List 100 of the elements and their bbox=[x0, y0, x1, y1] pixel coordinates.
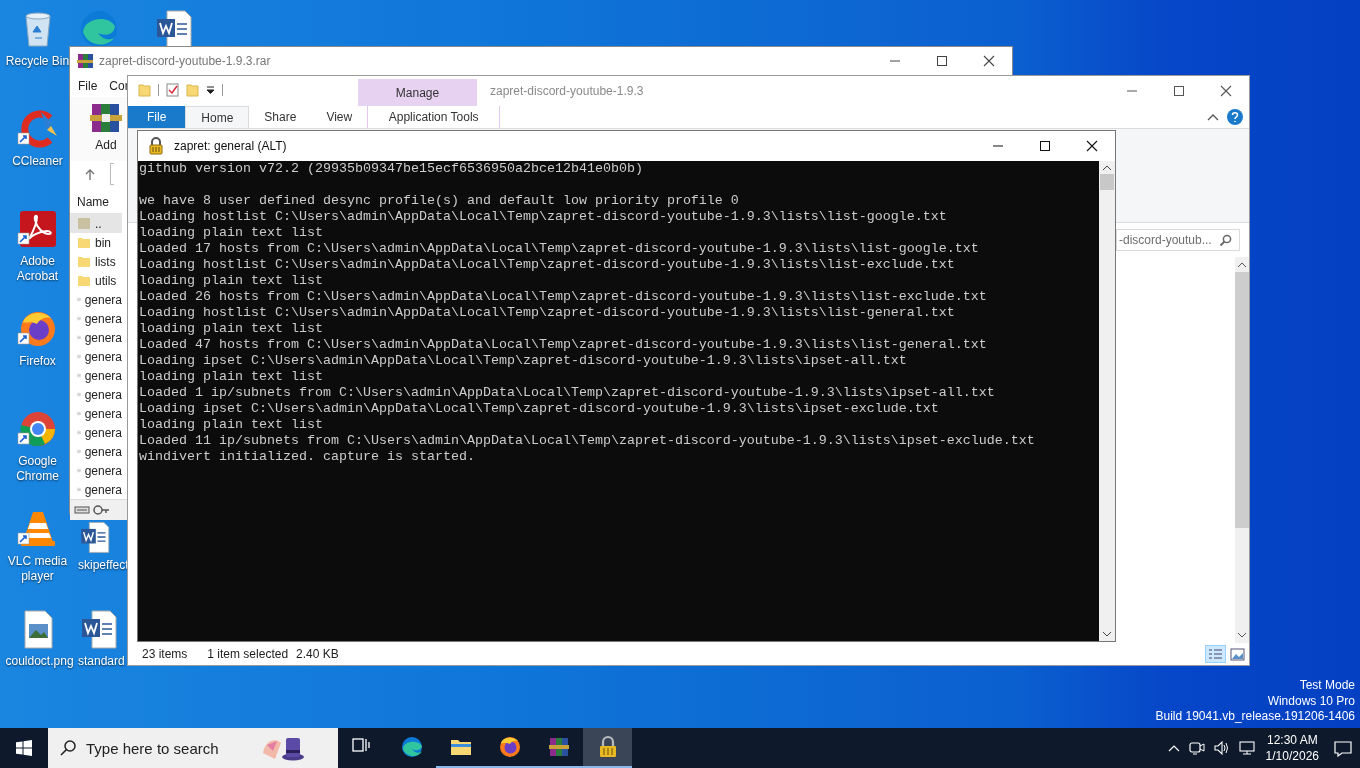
file-name: genera bbox=[84, 292, 122, 307]
maximize-icon[interactable] bbox=[1173, 85, 1185, 97]
scrollbar[interactable] bbox=[1099, 161, 1115, 641]
file-name: genera bbox=[84, 425, 122, 440]
file-row[interactable]: .. bbox=[70, 214, 122, 233]
file-row[interactable]: genera bbox=[70, 461, 122, 480]
system-watermark-text: Test Mode bbox=[1299, 678, 1355, 694]
clock[interactable]: 12:30 AM 1/10/2026 bbox=[1263, 732, 1325, 764]
network-monitor-icon[interactable] bbox=[1238, 740, 1255, 756]
close-icon[interactable] bbox=[1086, 140, 1098, 152]
windows-logo-icon[interactable] bbox=[16, 740, 32, 756]
scrollbar[interactable] bbox=[1235, 257, 1249, 643]
file-row[interactable]: genera bbox=[70, 366, 122, 385]
close-icon[interactable] bbox=[1220, 85, 1232, 97]
collapse-chevron-icon[interactable] bbox=[1207, 112, 1219, 122]
desktop-icon-label[interactable]: standard bbox=[78, 654, 125, 669]
desktop-icon-label[interactable]: CCleaner bbox=[12, 154, 63, 169]
up-arrow-icon[interactable] bbox=[84, 167, 96, 181]
folder-icon bbox=[77, 216, 91, 231]
file-row[interactable]: genera bbox=[70, 309, 122, 328]
desktop-icon-label[interactable]: Recycle Bin bbox=[5, 54, 70, 69]
window-title: zapret-discord-youtube-1.9.3 bbox=[489, 83, 644, 98]
key-icon bbox=[93, 504, 110, 516]
file-row[interactable]: genera bbox=[70, 404, 122, 423]
file-row[interactable]: genera bbox=[70, 385, 122, 404]
scrollbar-thumb[interactable] bbox=[1235, 272, 1249, 528]
help-icon[interactable] bbox=[1227, 109, 1243, 125]
scroll-down-icon[interactable] bbox=[1237, 631, 1247, 639]
file-row[interactable]: genera bbox=[70, 423, 122, 442]
file-row[interactable]: genera bbox=[70, 347, 122, 366]
chevron-up-icon[interactable] bbox=[1167, 743, 1180, 753]
file-name: .. bbox=[95, 216, 102, 231]
maximize-icon[interactable] bbox=[1039, 140, 1051, 152]
menu-item[interactable]: File bbox=[78, 79, 98, 93]
close-icon[interactable] bbox=[983, 55, 995, 67]
taskbar-app-button[interactable] bbox=[583, 728, 632, 768]
books-icon bbox=[77, 53, 93, 69]
file-name: genera bbox=[84, 368, 122, 383]
maximize-icon[interactable] bbox=[936, 55, 948, 67]
scroll-down-icon[interactable] bbox=[1102, 630, 1112, 638]
file-row[interactable]: genera bbox=[70, 328, 122, 347]
file-name: genera bbox=[84, 482, 122, 497]
file-menu-tab[interactable]: File bbox=[128, 106, 186, 128]
menu-item[interactable]: Cor bbox=[109, 79, 129, 93]
scroll-up-icon[interactable] bbox=[1237, 261, 1247, 269]
speaker-icon[interactable] bbox=[1213, 740, 1230, 756]
fox-globe-icon bbox=[497, 735, 522, 759]
wave-icon bbox=[399, 735, 424, 759]
desktop-icon-label[interactable]: Firefox bbox=[19, 354, 56, 369]
file-name: bin bbox=[95, 235, 111, 250]
desktop-icon-label[interactable]: Adobe Acrobat bbox=[5, 254, 70, 284]
file-name: utils bbox=[95, 273, 117, 288]
item-count: 23 items bbox=[142, 647, 188, 661]
console-output: github version v72.2 (29935b09347be15ecf6536950a2bce12b41e0b0b) we have 8 user defined desync profile(s) and default low priority profile 0 Loading hostlist C:\Users\admin\AppData\Local\Temp\zapret-discord-youtube-1.9.3\lists\list-google.txt loading plain text list Loaded 17 hosts from C:\Users\admin\AppData\Local\Temp\zapret-discord-youtube-1.9.3\lists\list-google.txt Loading hostlist C:\Users\admin\AppData\Local\Temp\zapret-discord-youtube-1.9.3\lists\list-exclude.txt loading plain text list Loaded 26 hosts from C:\Users\admin\AppData\Local\Temp\zapret-discord-youtube-1.9.3\lists\list-exclude.txt Loading hostlist C:\Users\admin\AppData\Local\Temp\zapret-discord-youtube-1.9.3\lists\list-general.txt loading plain text list Loaded 47 hosts from C:\Users\admin\AppData\Local\Temp\zapret-discord-youtube-1.9.3\lists\list-general.txt Loading ipset C:\Users\admin\AppData\Local\Temp\zapret-discord-youtube-1.9.3\lists\ipset-all.txt loading plain text list Loaded 1 ip/subnets from C:\Users\admin\AppData\Local\Temp\zapret-discord-youtube-1.9.3\lists\ipset-all.txt Loading ipset C:\Users\admin\AppData\Local\Temp\zapret-discord-youtube-1.9.3\lists\ipset-exclude.txt loading plain text list Loaded 11 ip/subnets from C:\Users\admin\AppData\Local\Temp\zapret-discord-youtube-1.9.3\lists\ipset-exclude.txt windivert initialized. capture is started. bbox=[138, 161, 1099, 641]
ribbon-tab[interactable]: Home bbox=[185, 106, 250, 128]
ribbon-tab[interactable]: Application Tools bbox=[367, 106, 501, 128]
file-row[interactable]: utils bbox=[70, 271, 122, 290]
scrollbar-thumb[interactable] bbox=[1100, 174, 1114, 190]
brush-icon[interactable] bbox=[16, 108, 59, 150]
system-watermark-text: Build 19041.vb_release.191206-1406 bbox=[1155, 709, 1355, 725]
file-row[interactable]: genera bbox=[70, 442, 122, 461]
file-name: genera bbox=[84, 406, 122, 421]
notification-icon[interactable] bbox=[1334, 739, 1352, 757]
add-button[interactable]: Add bbox=[90, 97, 122, 161]
search-icon[interactable] bbox=[60, 740, 76, 756]
search-field[interactable]: -discord-youtub... bbox=[1119, 233, 1219, 247]
selection-size: 2.40 KB bbox=[296, 647, 339, 661]
file-name: genera bbox=[84, 349, 122, 364]
drive-icon bbox=[74, 504, 90, 516]
file-name: genera bbox=[84, 463, 122, 478]
file-name: genera bbox=[84, 330, 122, 345]
ribbon-tab[interactable]: Share bbox=[249, 106, 312, 128]
document-icon[interactable] bbox=[78, 520, 112, 554]
desktop-icon-label[interactable]: skipeffect bbox=[78, 558, 129, 573]
file-row[interactable]: lists bbox=[70, 252, 122, 271]
contextual-tab-label[interactable]: Manage bbox=[358, 79, 477, 106]
desktop-icon-label[interactable]: Google Chrome bbox=[5, 454, 70, 484]
file-name: genera bbox=[84, 387, 122, 402]
properties-icon[interactable] bbox=[166, 82, 179, 97]
file-name: genera bbox=[84, 444, 122, 459]
address-field[interactable] bbox=[110, 163, 114, 185]
file-row[interactable]: genera bbox=[70, 480, 122, 499]
dropdown-icon[interactable] bbox=[206, 84, 215, 95]
pdf-icon[interactable] bbox=[16, 208, 59, 250]
camera-icon[interactable] bbox=[1188, 740, 1205, 756]
large-icons-view-icon[interactable] bbox=[1230, 646, 1245, 662]
desktop-icon-label[interactable]: VLC media player bbox=[5, 554, 70, 584]
file-row[interactable]: bin bbox=[70, 233, 122, 252]
scroll-up-icon[interactable] bbox=[1102, 164, 1112, 172]
folder-icon bbox=[77, 254, 91, 269]
books-icon bbox=[546, 735, 571, 759]
file-name: lists bbox=[95, 254, 116, 269]
file-name: genera bbox=[84, 311, 122, 326]
file-row[interactable]: genera bbox=[70, 290, 122, 309]
folder-icon bbox=[77, 235, 91, 250]
search-box[interactable]: -discord-youtub... bbox=[1116, 229, 1240, 251]
selection-info: 1 item selected bbox=[207, 647, 289, 661]
window-title: zapret: general (ALT) bbox=[174, 139, 287, 153]
ribbon-tab[interactable]: View bbox=[311, 106, 368, 128]
folder-icon bbox=[77, 273, 91, 288]
